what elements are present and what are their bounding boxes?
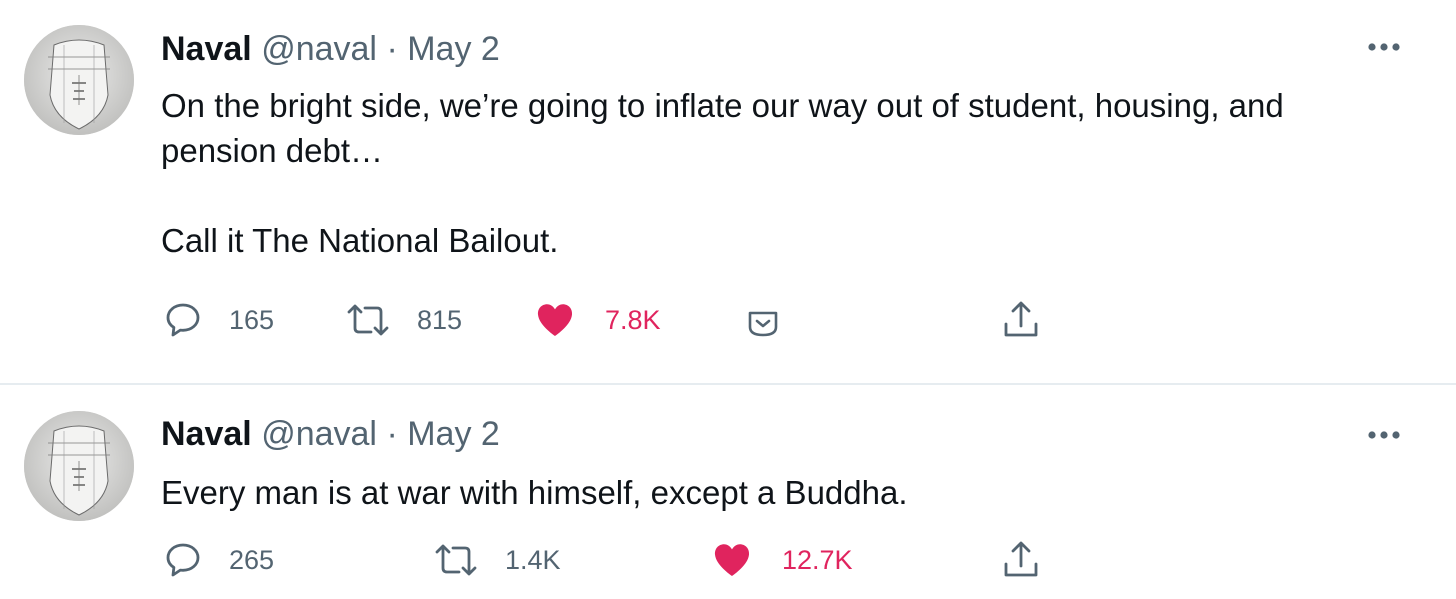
tip-icon [748,311,778,337]
reply-count: 165 [229,304,275,335]
share-button[interactable] [1001,300,1041,340]
like-count: 12.7K [782,544,853,575]
more-options-button[interactable] [1364,427,1404,443]
share-button[interactable] [1001,540,1041,580]
heart-icon [714,544,750,576]
like-count: 7.8K [605,304,661,335]
retweet-button[interactable]: 815 [345,300,462,340]
tweet-paragraph: On the bright side, we’re going to infla… [161,87,1284,169]
tweet-text: Every man is at war with himself, except… [161,470,1391,515]
avatar[interactable] [24,411,134,521]
reply-button[interactable]: 165 [163,300,274,340]
share-icon [1004,541,1038,577]
tweet-date[interactable]: May 2 [407,30,500,68]
tweet-text: On the bright side, we’re going to infla… [161,83,1391,263]
tweet[interactable]: Naval @naval · May 2 Every man is at war… [0,385,1456,599]
author-handle[interactable]: @naval [261,415,377,453]
retweet-count: 1.4K [505,544,561,575]
more-options-button[interactable] [1364,39,1404,55]
like-button[interactable]: 12.7K [712,540,853,580]
retweet-icon [347,304,389,336]
retweet-count: 815 [417,304,463,335]
share-icon [1004,301,1038,337]
tweet-paragraph: Call it The National Bailout. [161,222,559,259]
tweet-paragraph: Every man is at war with himself, except… [161,474,908,511]
more-icon [1368,43,1400,51]
avatar-sketch-image [24,411,134,521]
author-name[interactable]: Naval [161,415,252,453]
author-name[interactable]: Naval [161,30,252,68]
retweet-button[interactable]: 1.4K [433,540,561,580]
tweet[interactable]: Naval @naval · May 2 On the bright side,… [0,0,1456,385]
separator: · [386,415,398,453]
tweet-header: Naval @naval · May 2 [161,29,500,69]
avatar-sketch-image [24,25,134,135]
heart-icon [537,304,573,336]
reply-button[interactable]: 265 [163,540,274,580]
like-button[interactable]: 7.8K [535,300,661,340]
reply-count: 265 [229,544,275,575]
more-icon [1368,431,1400,439]
separator: · [386,30,398,68]
author-handle[interactable]: @naval [261,30,377,68]
retweet-icon [435,544,477,576]
tweet-date[interactable]: May 2 [407,415,500,453]
tweet-header: Naval @naval · May 2 [161,414,500,454]
avatar[interactable] [24,25,134,135]
tip-button[interactable] [746,300,780,340]
reply-icon [166,543,200,577]
reply-icon [166,303,200,337]
